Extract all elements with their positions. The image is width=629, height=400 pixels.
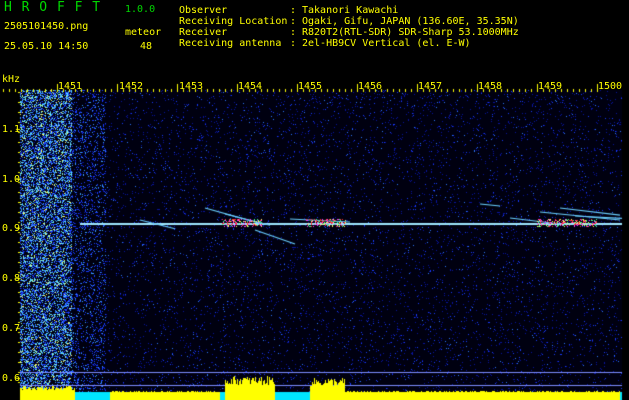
station-info: Observer: Takanori Kawachi Receiving Loca… [179, 5, 519, 49]
y-tick-label: 0.9 [2, 223, 21, 234]
info-value: 2el-HB9CV Vertical (el. E-W) [302, 38, 471, 49]
info-key: Receiving Location [179, 16, 288, 27]
date-time: 25.05.10 14:50 [4, 41, 89, 52]
y-tick-label: 1.0 [2, 174, 21, 185]
info-key: Receiver [179, 27, 228, 38]
y-tick-label: 0.7 [2, 323, 21, 334]
info-row-location: Receiving Location: Ogaki, Gifu, JAPAN (1… [179, 16, 519, 27]
app-version: 1.0.0 [125, 4, 156, 15]
meteor-count: 48 [140, 41, 153, 52]
info-row-receiver: Receiver: R820T2(RTL-SDR) SDR-Sharp 53.10… [179, 27, 519, 38]
info-row-observer: Observer: Takanori Kawachi [179, 5, 519, 16]
spectrogram-canvas [0, 0, 629, 400]
info-value: Takanori Kawachi [302, 5, 399, 16]
info-key: Observer [179, 5, 228, 16]
file-name: 2505101450.png [4, 21, 89, 32]
x-tick-label: 1454 [238, 81, 263, 92]
y-tick-label: 0.8 [2, 273, 21, 284]
x-tick-label: 1455 [298, 81, 323, 92]
meteor-label: meteor [125, 27, 162, 38]
x-tick-label: 1453 [179, 81, 204, 92]
x-tick-label: 1457 [418, 81, 443, 92]
info-row-antenna: Receiving antenna:2el-HB9CV Vertical (el… [179, 38, 519, 49]
x-tick-label: 1456 [358, 81, 383, 92]
x-tick-label: 1452 [119, 81, 144, 92]
app-title: H R O F F T [4, 0, 102, 15]
x-tick-label: 1500 [598, 81, 623, 92]
info-separator: : [290, 27, 297, 38]
y-axis-unit: kHz [2, 74, 21, 85]
info-separator: : [290, 38, 297, 49]
info-separator: : [290, 16, 297, 27]
y-tick-label: 1.1 [2, 124, 21, 135]
info-value: Ogaki, Gifu, JAPAN (136.60E, 35.35N) [302, 16, 519, 27]
x-tick-label: 1451 [58, 81, 83, 92]
info-value: R820T2(RTL-SDR) SDR-Sharp 53.1000MHz [302, 27, 519, 38]
info-key: Receiving antenna [179, 38, 282, 49]
info-separator: : [290, 5, 297, 16]
x-tick-label: 1459 [538, 81, 563, 92]
x-tick-label: 1458 [478, 81, 503, 92]
y-tick-label: 0.6 [2, 373, 21, 384]
